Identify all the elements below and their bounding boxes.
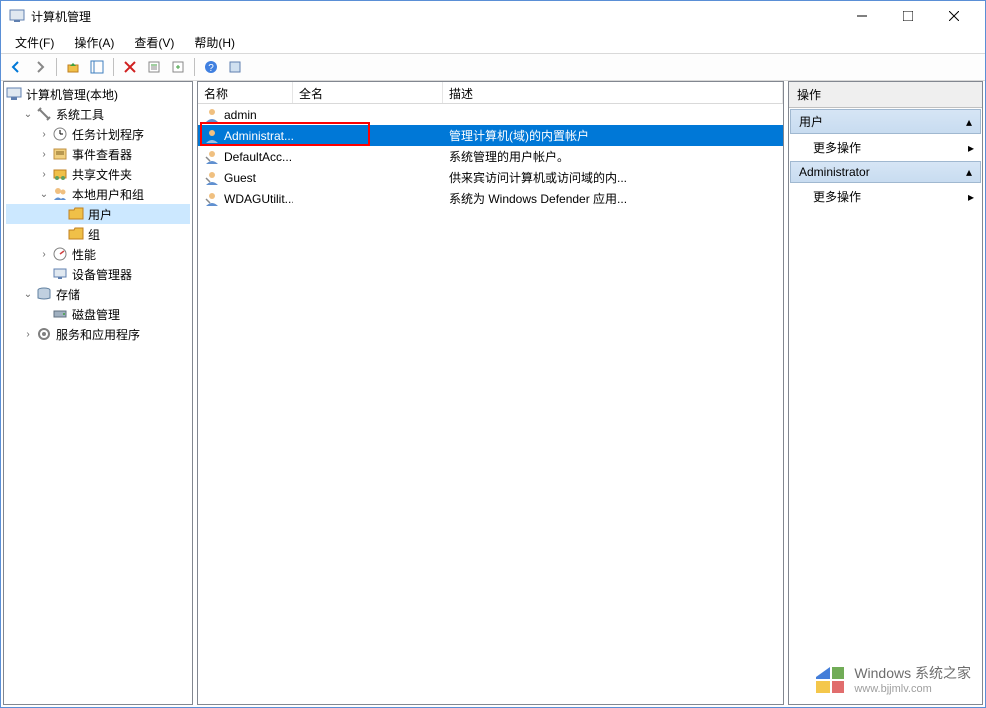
- action-section-administrator[interactable]: Administrator ▴: [790, 161, 981, 183]
- action-more-administrator[interactable]: 更多操作 ▸: [789, 184, 982, 209]
- show-hide-button[interactable]: [86, 56, 108, 78]
- user-icon: [204, 149, 220, 165]
- folder-icon: [68, 206, 84, 222]
- title-bar: 计算机管理: [1, 1, 985, 31]
- tree-storage[interactable]: ⌄ 存储: [6, 284, 190, 304]
- tree-pane: 计算机管理(本地) ⌄ 系统工具 › 任务计划程序 › 事件查看器 › 共享文件…: [3, 81, 193, 705]
- col-header-desc[interactable]: 描述: [443, 82, 783, 103]
- storage-icon: [36, 286, 52, 302]
- tree-services-apps[interactable]: › 服务和应用程序: [6, 324, 190, 344]
- watermark-brand: Windows 系统之家: [854, 663, 971, 683]
- collapse-icon[interactable]: ⌄: [22, 108, 34, 120]
- back-button[interactable]: [5, 56, 27, 78]
- content-area: 计算机管理(本地) ⌄ 系统工具 › 任务计划程序 › 事件查看器 › 共享文件…: [1, 81, 985, 707]
- help-button[interactable]: ?: [200, 56, 222, 78]
- expand-icon[interactable]: ›: [38, 148, 50, 160]
- menu-view[interactable]: 查看(V): [126, 32, 182, 53]
- col-header-name[interactable]: 名称: [198, 82, 293, 103]
- menu-action[interactable]: 操作(A): [66, 32, 122, 53]
- delete-button[interactable]: [119, 56, 141, 78]
- tree-performance[interactable]: › 性能: [6, 244, 190, 264]
- close-button[interactable]: [931, 1, 977, 31]
- toolbar: ?: [1, 53, 985, 81]
- disk-icon: [52, 306, 68, 322]
- user-icon: [204, 170, 220, 186]
- list-body: admin Administrat... 管理计算机(域)的内置帐户 Defau…: [198, 104, 783, 704]
- services-icon: [36, 326, 52, 342]
- chevron-right-icon: ▸: [968, 141, 974, 155]
- tree-groups[interactable]: 组: [6, 224, 190, 244]
- menu-bar: 文件(F) 操作(A) 查看(V) 帮助(H): [1, 31, 985, 53]
- expand-icon[interactable]: ›: [38, 168, 50, 180]
- user-icon: [204, 107, 220, 123]
- action-header: 操作: [789, 82, 982, 108]
- action-more-users[interactable]: 更多操作 ▸: [789, 135, 982, 160]
- list-row-administrator[interactable]: Administrat... 管理计算机(域)的内置帐户: [198, 125, 783, 146]
- tree-local-users-groups[interactable]: ⌄ 本地用户和组: [6, 184, 190, 204]
- col-header-fullname[interactable]: 全名: [293, 82, 443, 103]
- tools-icon: [36, 106, 52, 122]
- tree-device-manager[interactable]: 设备管理器: [6, 264, 190, 284]
- list-row-guest[interactable]: Guest 供来宾访问计算机或访问域的内...: [198, 167, 783, 188]
- tree-event-viewer[interactable]: › 事件查看器: [6, 144, 190, 164]
- share-icon: [52, 166, 68, 182]
- collapse-icon: ▴: [966, 165, 972, 179]
- action-section-users[interactable]: 用户 ▴: [790, 109, 981, 134]
- computer-icon: [6, 86, 22, 102]
- expand-icon[interactable]: ›: [22, 328, 34, 340]
- list-row-admin[interactable]: admin: [198, 104, 783, 125]
- forward-button[interactable]: [29, 56, 51, 78]
- list-header: 名称 全名 描述: [198, 82, 783, 104]
- up-button[interactable]: [62, 56, 84, 78]
- menu-help[interactable]: 帮助(H): [186, 32, 243, 53]
- user-icon: [204, 191, 220, 207]
- tree-system-tools[interactable]: ⌄ 系统工具: [6, 104, 190, 124]
- expand-icon[interactable]: ›: [38, 128, 50, 140]
- window-title: 计算机管理: [31, 8, 91, 25]
- collapse-icon: ▴: [966, 115, 972, 129]
- tree-shared-folders[interactable]: › 共享文件夹: [6, 164, 190, 184]
- expand-icon[interactable]: ›: [38, 248, 50, 260]
- watermark-url: www.bjjmlv.com: [854, 683, 971, 695]
- chevron-right-icon: ▸: [968, 190, 974, 204]
- navigation-tree: 计算机管理(本地) ⌄ 系统工具 › 任务计划程序 › 事件查看器 › 共享文件…: [4, 82, 192, 704]
- minimize-button[interactable]: [839, 1, 885, 31]
- list-row-defaultaccount[interactable]: DefaultAcc... 系统管理的用户帐户。: [198, 146, 783, 167]
- device-icon: [52, 266, 68, 282]
- user-icon: [204, 128, 220, 144]
- maximize-button[interactable]: [885, 1, 931, 31]
- collapse-icon[interactable]: ⌄: [22, 288, 34, 300]
- export-button[interactable]: [167, 56, 189, 78]
- watermark: Windows 系统之家 www.bjjmlv.com: [812, 661, 971, 697]
- list-row-wdagutility[interactable]: WDAGUtilit... 系统为 Windows Defender 应用...: [198, 188, 783, 209]
- perf-icon: [52, 246, 68, 262]
- windows-logo-icon: [812, 661, 848, 697]
- tree-task-scheduler[interactable]: › 任务计划程序: [6, 124, 190, 144]
- event-icon: [52, 146, 68, 162]
- list-pane: 名称 全名 描述 admin Administrat... 管理计算机(域)的内…: [197, 81, 784, 705]
- app-icon: [9, 8, 25, 24]
- menu-file[interactable]: 文件(F): [7, 32, 62, 53]
- tree-users[interactable]: 用户: [6, 204, 190, 224]
- tree-disk-management[interactable]: 磁盘管理: [6, 304, 190, 324]
- users-icon: [52, 186, 68, 202]
- tree-root[interactable]: 计算机管理(本地): [6, 84, 190, 104]
- folder-icon: [68, 226, 84, 242]
- properties-button[interactable]: [224, 56, 246, 78]
- svg-text:?: ?: [208, 63, 214, 74]
- action-pane: 操作 用户 ▴ 更多操作 ▸ Administrator ▴ 更多操作 ▸: [788, 81, 983, 705]
- clock-icon: [52, 126, 68, 142]
- refresh-button[interactable]: [143, 56, 165, 78]
- collapse-icon[interactable]: ⌄: [38, 188, 50, 200]
